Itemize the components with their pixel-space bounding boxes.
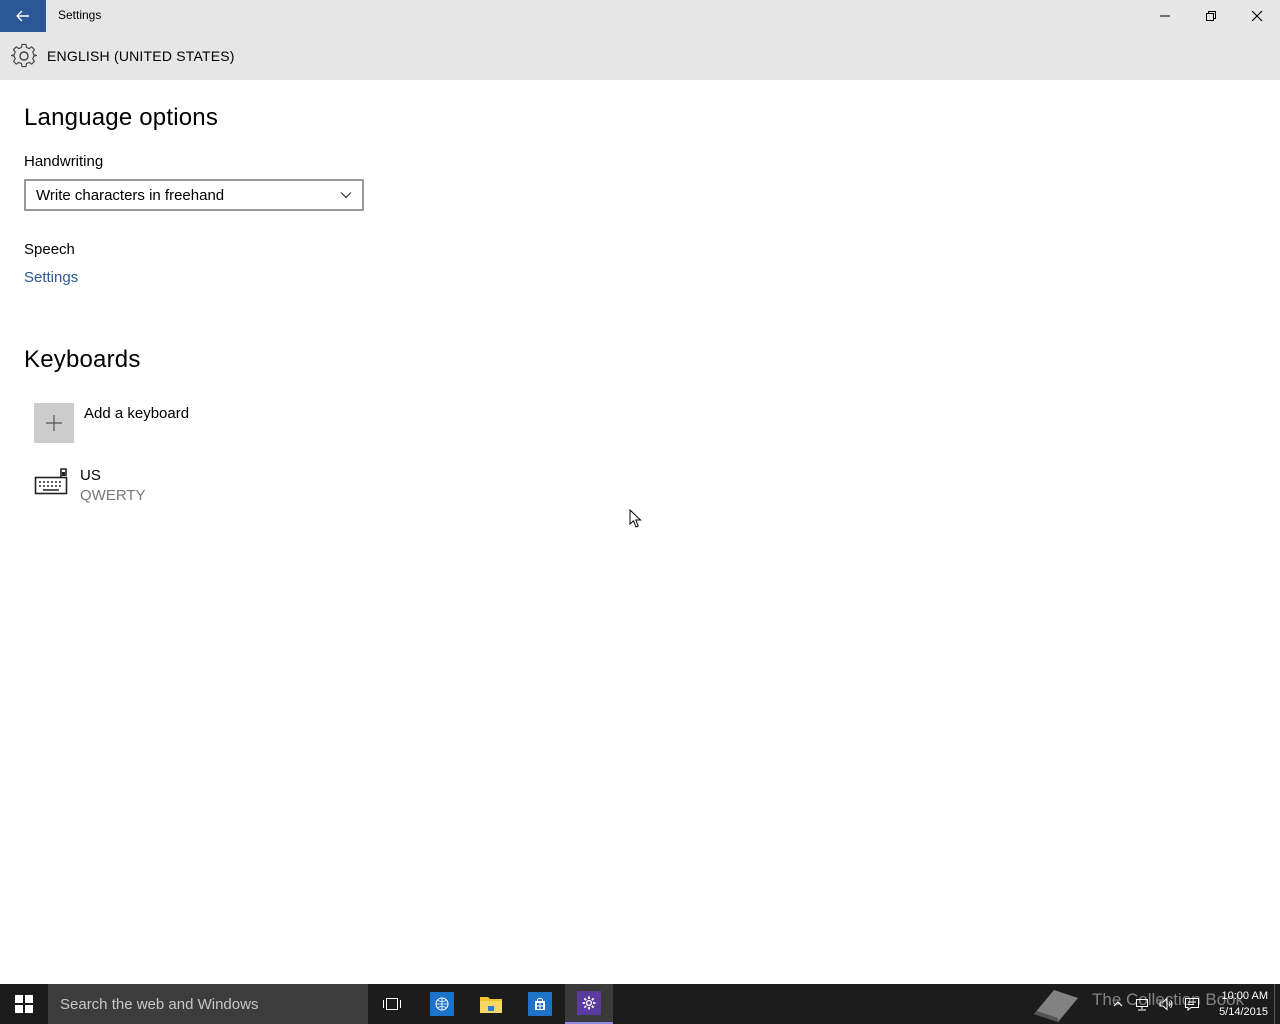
folder-icon	[480, 997, 502, 1013]
taskbar: Search the web and Windows The Collectio…	[0, 984, 1280, 1024]
close-button[interactable]	[1234, 0, 1280, 32]
taskbar-browser[interactable]	[418, 984, 466, 1024]
page-title: ENGLISH (UNITED STATES)	[47, 48, 235, 64]
taskbar-search-placeholder: Search the web and Windows	[60, 996, 259, 1013]
gear-icon	[11, 43, 37, 68]
settings-gear-icon	[577, 991, 601, 1015]
window-title: Settings	[58, 8, 102, 22]
keyboards-heading: Keyboards	[24, 346, 141, 373]
store-bag-icon	[528, 992, 552, 1016]
start-button[interactable]	[0, 984, 48, 1024]
task-view-icon	[383, 998, 401, 1010]
task-view-button[interactable]	[368, 984, 416, 1024]
taskbar-file-explorer[interactable]	[467, 984, 515, 1024]
add-keyboard-tile	[34, 403, 74, 443]
network-icon[interactable]	[1134, 996, 1150, 1012]
keyboard-item-us[interactable]: US QWERTY	[34, 465, 234, 509]
speech-settings-link[interactable]: Settings	[24, 269, 78, 286]
mouse-cursor-icon	[629, 509, 642, 528]
handwriting-label: Handwriting	[24, 153, 104, 170]
minimize-button[interactable]	[1142, 0, 1188, 32]
speech-label: Speech	[24, 241, 75, 258]
show-hidden-icons-icon[interactable]	[1110, 996, 1126, 1012]
restore-icon	[1206, 11, 1216, 21]
language-options-heading: Language options	[24, 104, 219, 131]
taskbar-search-box[interactable]: Search the web and Windows	[48, 984, 368, 1024]
action-center-icon[interactable]	[1184, 996, 1200, 1012]
book-logo-icon	[1034, 990, 1078, 1022]
taskbar-store[interactable]	[516, 984, 564, 1024]
add-keyboard-label: Add a keyboard	[84, 405, 190, 422]
handwriting-dropdown-value: Write characters in freehand	[36, 187, 225, 204]
restore-button[interactable]	[1188, 0, 1234, 32]
taskbar-settings-active[interactable]	[565, 984, 613, 1024]
clock-time: 10:00 AM	[1221, 990, 1268, 1002]
clock-date: 5/14/2015	[1219, 1006, 1268, 1018]
keyboard-icon	[34, 468, 68, 495]
back-button[interactable]	[0, 0, 46, 32]
add-keyboard-button[interactable]: Add a keyboard	[34, 403, 214, 443]
windows-logo-icon	[15, 995, 33, 1013]
chevron-down-icon	[340, 192, 352, 199]
minimize-icon	[1160, 15, 1170, 17]
close-icon	[1251, 10, 1263, 22]
page-header: ENGLISH (UNITED STATES)	[0, 32, 1280, 80]
title-bar: Settings	[0, 0, 1280, 32]
show-desktop-button[interactable]	[1274, 984, 1280, 1024]
plus-icon	[46, 415, 62, 431]
taskbar-clock[interactable]: 10:00 AM 5/14/2015	[1212, 988, 1268, 1020]
browser-globe-icon	[430, 992, 454, 1016]
handwriting-dropdown[interactable]: Write characters in freehand	[24, 179, 364, 211]
back-arrow-icon	[16, 10, 29, 22]
keyboard-layout: QWERTY	[80, 487, 146, 504]
keyboard-name: US	[80, 467, 101, 484]
volume-icon[interactable]	[1158, 996, 1174, 1012]
